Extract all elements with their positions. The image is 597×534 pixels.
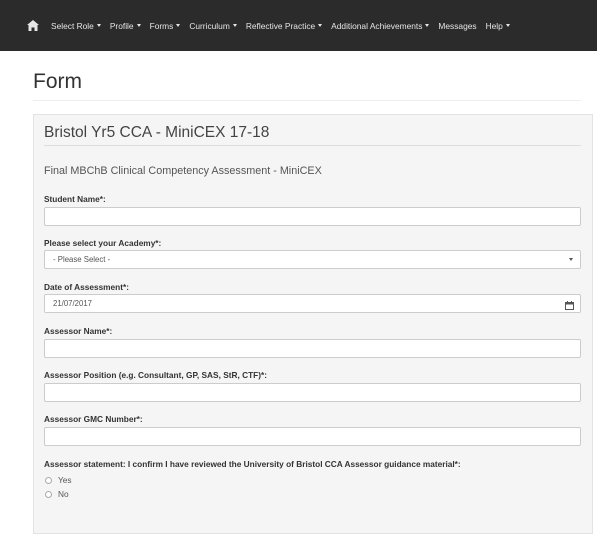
nav-label: Forms — [149, 20, 174, 31]
page-title: Form — [33, 70, 82, 93]
nav-help[interactable]: Help — [486, 21, 510, 31]
assessor-gmc-label: Assessor GMC Number*: — [44, 414, 143, 424]
radio-button[interactable] — [45, 490, 52, 498]
date-label: Date of Assessment*: — [44, 282, 129, 292]
assessor-statement-label: Assessor statement: I confirm I have rev… — [44, 459, 461, 469]
radio-option-yes[interactable]: Yes — [45, 475, 72, 485]
nav-reflective-practice[interactable]: Reflective Practice — [245, 20, 323, 31]
calendar-icon[interactable] — [565, 299, 574, 310]
dropdown-arrow-icon — [569, 258, 573, 261]
home-icon[interactable] — [27, 20, 39, 32]
academy-label: Please select your Academy*: — [44, 238, 162, 248]
nav-label: Select Role — [51, 20, 94, 31]
caret-down-icon — [232, 24, 237, 27]
caret-down-icon — [318, 24, 323, 27]
assessor-name-label: Assessor Name*: — [44, 326, 113, 336]
header-divider — [33, 100, 581, 101]
radio-option-no[interactable]: No — [45, 489, 69, 499]
nav-additional-achievements[interactable]: Additional Achievements — [331, 20, 430, 31]
date-input[interactable]: 21/07/2017 — [44, 294, 581, 313]
radio-label-yes: Yes — [58, 475, 72, 485]
nav-forms[interactable]: Forms — [150, 21, 181, 31]
assessor-position-input[interactable] — [44, 383, 581, 402]
nav-messages[interactable]: Messages — [438, 21, 476, 31]
form-title: Bristol Yr5 CCA - MiniCEX 17-18 — [44, 124, 270, 141]
caret-down-icon — [96, 24, 101, 27]
date-value: 21/07/2017 — [53, 299, 93, 308]
nav-select-role[interactable]: Select Role — [51, 21, 101, 31]
student-name-label: Student Name*: — [44, 194, 106, 204]
caret-down-icon — [425, 24, 430, 27]
assessor-name-input[interactable] — [44, 339, 581, 358]
assessor-gmc-input[interactable] — [44, 427, 581, 446]
academy-select[interactable]: - Please Select - — [44, 250, 581, 269]
nav-label: Help — [485, 20, 503, 31]
nav-label: Reflective Practice — [245, 20, 316, 31]
caret-down-icon — [136, 24, 141, 27]
form-subtitle: Final MBChB Clinical Competency Assessme… — [44, 165, 322, 177]
caret-down-icon — [505, 24, 510, 27]
academy-select-value: - Please Select - — [53, 255, 111, 264]
assessor-position-label: Assessor Position (e.g. Consultant, GP, … — [44, 370, 267, 380]
nav-label: Additional Achievements — [331, 20, 423, 31]
top-navbar: Select Role Profile Forms Curriculum Ref… — [0, 0, 597, 51]
form-title-divider — [44, 145, 581, 146]
form-panel — [33, 114, 593, 534]
nav-profile[interactable]: Profile — [110, 21, 141, 31]
radio-label-no: No — [58, 489, 69, 499]
caret-down-icon — [176, 24, 181, 27]
student-name-input[interactable] — [44, 207, 581, 226]
radio-button[interactable] — [45, 476, 52, 484]
nav-label: Profile — [109, 20, 134, 31]
nav-curriculum[interactable]: Curriculum — [189, 21, 237, 31]
nav-label: Messages — [438, 20, 477, 31]
nav-label: Curriculum — [189, 20, 230, 31]
